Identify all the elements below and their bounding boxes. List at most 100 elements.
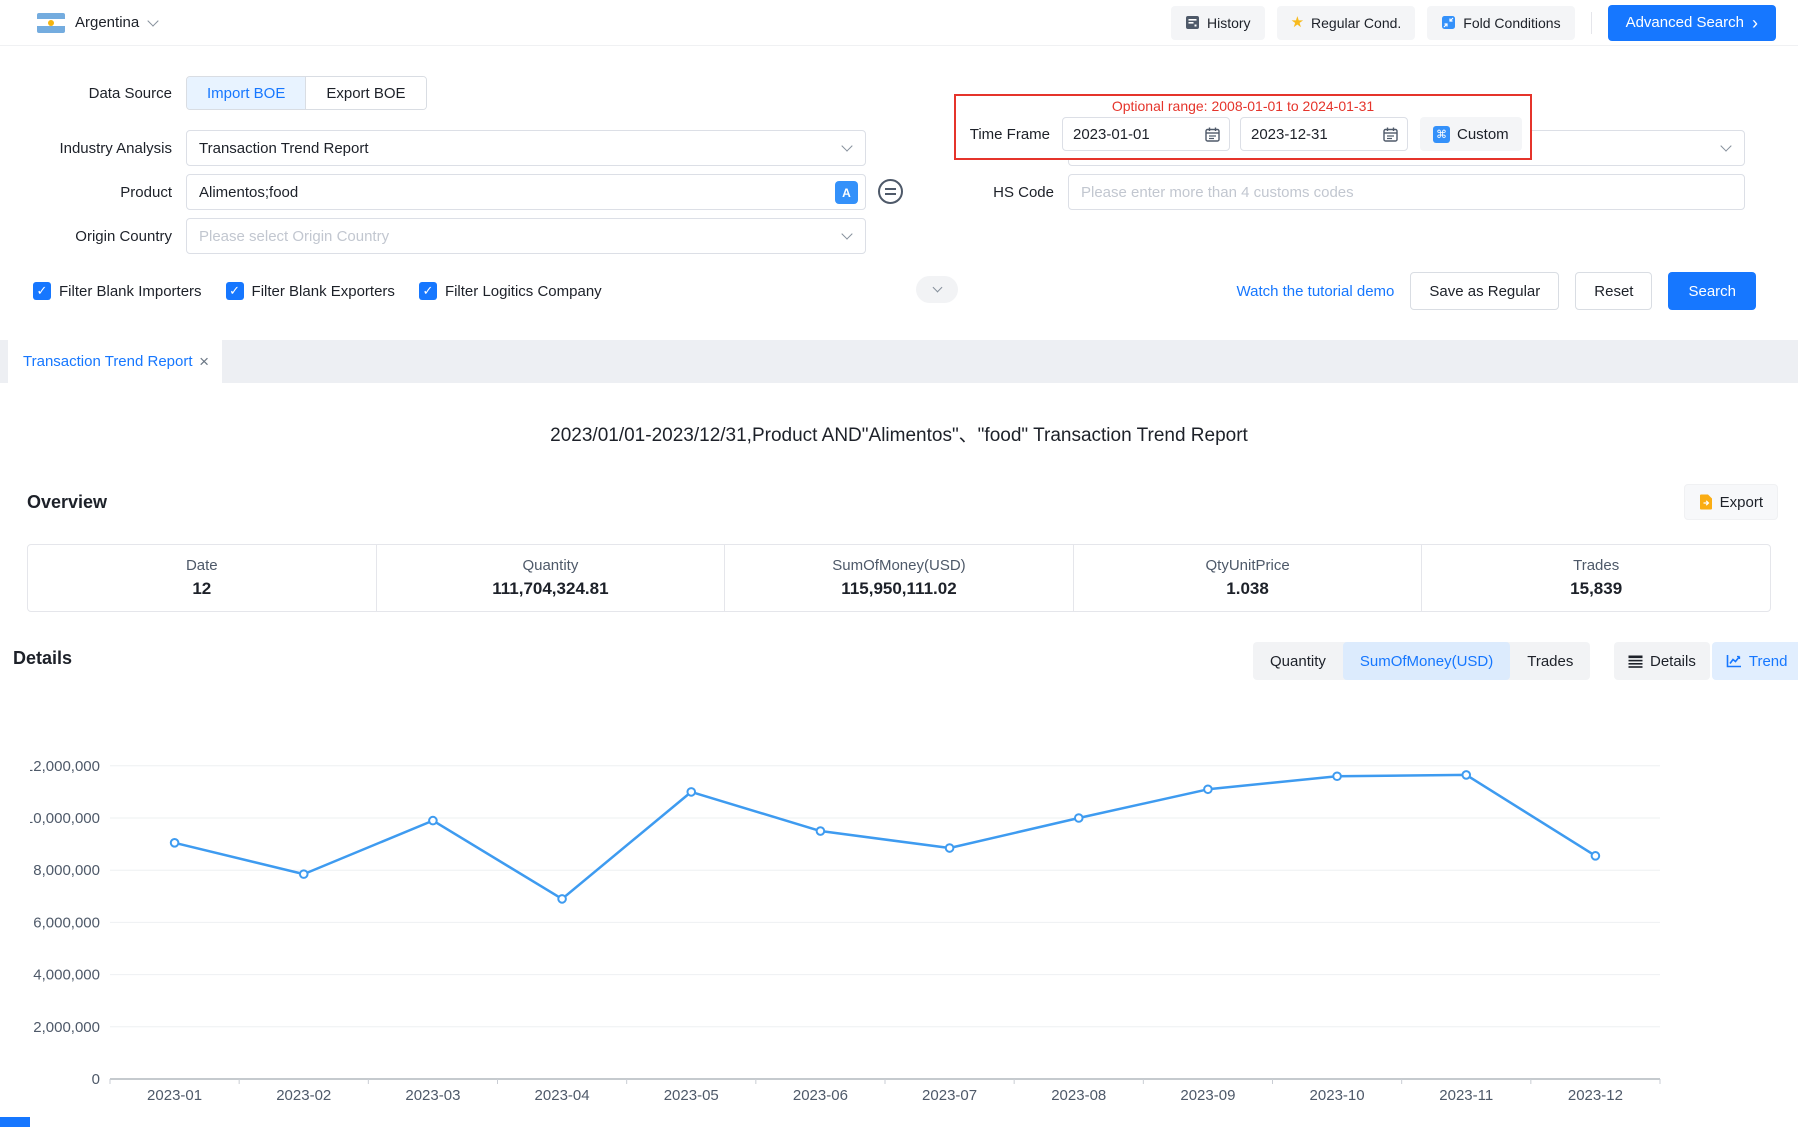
tutorial-link[interactable]: Watch the tutorial demo — [1237, 283, 1395, 300]
chevron-down-icon — [148, 15, 159, 26]
svg-text:2023-03: 2023-03 — [405, 1087, 460, 1104]
trend-chart-icon — [1726, 654, 1742, 668]
origin-country-label: Origin Country — [0, 228, 172, 245]
fold-icon — [1441, 15, 1456, 30]
time-frame-label: Time Frame — [956, 126, 1050, 143]
svg-text:2023-02: 2023-02 — [276, 1087, 331, 1104]
view-tab-trend[interactable]: Trend — [1712, 642, 1798, 680]
import-boe-tab[interactable]: Import BOE — [187, 77, 306, 109]
metric-tab-sum-of-money[interactable]: SumOfMoney(USD) — [1343, 642, 1510, 680]
report-title: 2023/01/01-2023/12/31,Product AND"Alimen… — [0, 420, 1798, 447]
product-label: Product — [0, 184, 172, 201]
product-input[interactable] — [199, 184, 827, 201]
divider — [1591, 12, 1592, 34]
svg-text:2023-07: 2023-07 — [922, 1087, 977, 1104]
country-selector[interactable]: Argentina — [37, 13, 157, 33]
chevron-right-icon: › — [1752, 14, 1758, 32]
filter-logitics-company-checkbox[interactable]: ✓ Filter Logitics Company — [419, 282, 602, 300]
top-bar-actions: History ★ Regular Cond. Fold Conditions … — [1171, 5, 1776, 41]
search-filter-panel: Data Source Import BOE Export BOE Option… — [0, 46, 1798, 340]
origin-country-row: Origin Country Please select Origin Coun… — [0, 218, 866, 254]
stat-label: Trades — [1573, 557, 1619, 574]
page: Argentina History ★ Regular Cond. Fold C… — [0, 0, 1798, 1127]
stat-label: SumOfMoney(USD) — [832, 557, 965, 574]
argentina-flag-icon — [37, 13, 65, 33]
svg-text:2023-04: 2023-04 — [535, 1087, 590, 1104]
svg-text:8,000,000: 8,000,000 — [33, 862, 100, 879]
chevron-down-icon — [841, 228, 852, 239]
custom-label: Custom — [1457, 126, 1509, 143]
stat-value: 1.038 — [1226, 579, 1269, 599]
hs-code-label: HS Code — [870, 184, 1054, 201]
end-date-input[interactable]: 2023-12-31 — [1240, 117, 1408, 151]
stat-value: 12 — [192, 579, 211, 599]
save-as-regular-button[interactable]: Save as Regular — [1410, 272, 1559, 310]
country-name: Argentina — [75, 14, 139, 31]
translate-icon[interactable]: A — [835, 181, 858, 204]
filter-blank-exporters-checkbox[interactable]: ✓ Filter Blank Exporters — [226, 282, 395, 300]
bottom-filter-row: ✓ Filter Blank Importers ✓ Filter Blank … — [33, 272, 1778, 310]
hs-code-row: HS Code — [870, 174, 1745, 210]
tab-label: Transaction Trend Report — [23, 353, 193, 370]
tab-transaction-trend-report[interactable]: Transaction Trend Report × — [8, 340, 222, 383]
export-icon — [1699, 494, 1713, 510]
history-button[interactable]: History — [1171, 6, 1265, 40]
table-icon — [1628, 655, 1643, 668]
data-source-label: Data Source — [0, 85, 172, 102]
svg-text:12,000,000: 12,000,000 — [30, 758, 100, 775]
svg-text:2023-06: 2023-06 — [793, 1087, 848, 1104]
stat-label: Date — [186, 557, 218, 574]
svg-text:4,000,000: 4,000,000 — [33, 967, 100, 984]
details-heading: Details — [13, 648, 72, 669]
reset-button[interactable]: Reset — [1575, 272, 1652, 310]
svg-text:2023-10: 2023-10 — [1310, 1087, 1365, 1104]
bottom-left-blue-strip — [0, 1117, 30, 1127]
data-source-switch: Import BOE Export BOE — [186, 76, 427, 110]
stat-label: QtyUnitPrice — [1205, 557, 1289, 574]
metric-tab-trades[interactable]: Trades — [1510, 642, 1590, 680]
origin-country-select[interactable]: Please select Origin Country — [186, 218, 866, 254]
stat-value: 115,950,111.02 — [841, 579, 956, 599]
calendar-icon[interactable] — [1204, 126, 1221, 143]
overview-heading: Overview — [27, 492, 107, 513]
product-input-wrap: A — [186, 174, 866, 210]
calendar-icon[interactable] — [1382, 126, 1399, 143]
metric-toggle-group: Quantity SumOfMoney(USD) Trades — [1253, 642, 1590, 680]
history-icon — [1185, 15, 1200, 30]
industry-analysis-select[interactable]: Transaction Trend Report — [186, 130, 866, 166]
trend-line-chart[interactable]: 02,000,0004,000,0006,000,0008,000,00010,… — [30, 688, 1770, 1120]
optional-range-note: Optional range: 2008-01-01 to 2024-01-31 — [956, 98, 1530, 114]
export-button[interactable]: Export — [1684, 484, 1778, 520]
checkbox-label: Filter Blank Exporters — [252, 283, 395, 300]
metric-tab-quantity[interactable]: Quantity — [1253, 642, 1343, 680]
export-boe-tab[interactable]: Export BOE — [306, 77, 425, 109]
export-label: Export — [1720, 494, 1763, 511]
fold-conditions-label: Fold Conditions — [1463, 15, 1560, 31]
regular-cond-button[interactable]: ★ Regular Cond. — [1277, 6, 1416, 40]
search-button[interactable]: Search — [1668, 272, 1756, 310]
action-buttons: Watch the tutorial demo Save as Regular … — [1237, 272, 1756, 310]
start-date-input[interactable]: 2023-01-01 — [1062, 117, 1230, 151]
view-tab-details[interactable]: Details — [1614, 642, 1710, 680]
hs-code-input[interactable] — [1081, 184, 1710, 201]
time-frame-row: Time Frame 2023-01-01 2023-12-31 ⌘ Custo… — [956, 117, 1530, 151]
svg-text:2023-05: 2023-05 — [664, 1087, 719, 1104]
filter-blank-importers-checkbox[interactable]: ✓ Filter Blank Importers — [33, 282, 202, 300]
data-source-row: Data Source Import BOE Export BOE — [0, 76, 427, 110]
close-icon[interactable]: × — [199, 352, 209, 372]
stat-value: 15,839 — [1570, 579, 1622, 599]
stat-sum-of-money: SumOfMoney(USD) 115,950,111.02 — [725, 545, 1074, 611]
fold-conditions-button[interactable]: Fold Conditions — [1427, 6, 1574, 40]
custom-range-button[interactable]: ⌘ Custom — [1420, 117, 1522, 151]
trend-chart[interactable]: 02,000,0004,000,0006,000,0008,000,00010,… — [30, 688, 1770, 1120]
chevron-down-icon — [841, 140, 852, 151]
stat-label: Quantity — [522, 557, 578, 574]
hs-code-input-wrap — [1068, 174, 1745, 210]
checkbox-checked-icon: ✓ — [226, 282, 244, 300]
view-trend-label: Trend — [1749, 653, 1788, 670]
industry-analysis-value: Transaction Trend Report — [199, 140, 369, 157]
view-details-label: Details — [1650, 653, 1696, 670]
advanced-search-button[interactable]: Advanced Search › — [1608, 5, 1776, 41]
expand-conditions-button[interactable] — [916, 276, 958, 303]
regular-cond-label: Regular Cond. — [1311, 15, 1401, 31]
